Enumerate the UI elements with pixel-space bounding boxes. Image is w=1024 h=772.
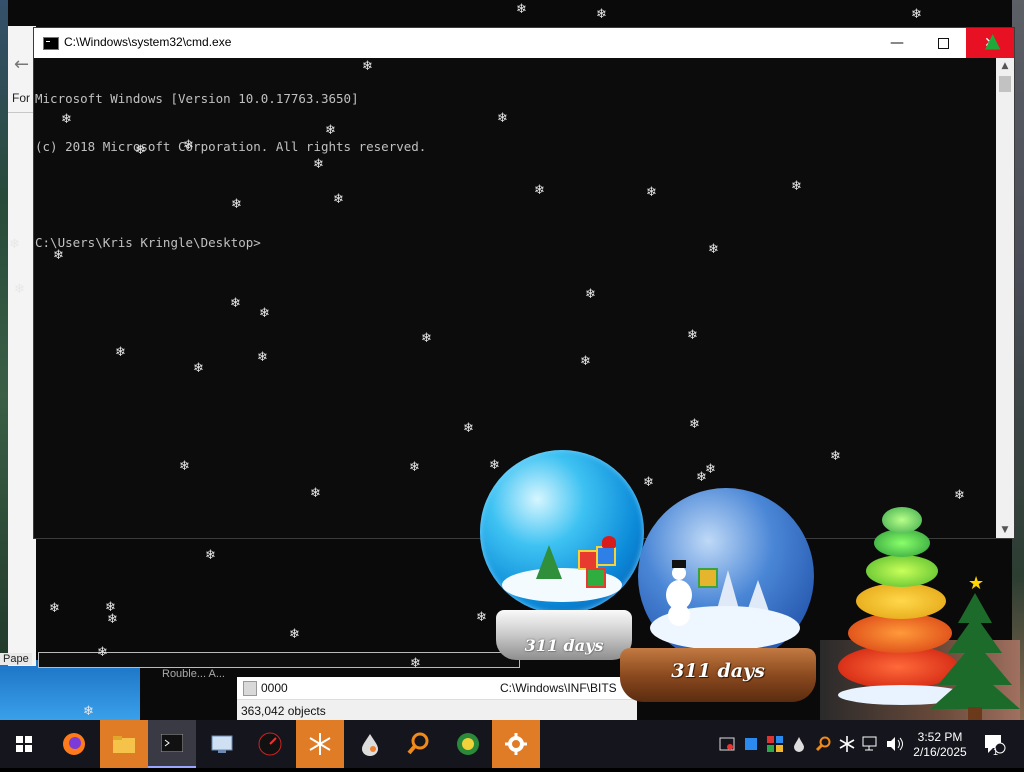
clock-date: 2/16/2025 xyxy=(913,745,967,759)
app-button[interactable] xyxy=(198,720,246,768)
file-icon xyxy=(243,681,257,696)
scroll-thumb[interactable] xyxy=(999,76,1011,92)
app-button[interactable] xyxy=(346,720,394,768)
app-button[interactable] xyxy=(296,720,344,768)
folder-icon xyxy=(113,736,135,753)
background-app-window[interactable] xyxy=(8,26,36,666)
console-line: (c) 2018 Microsoft Corporation. All righ… xyxy=(35,139,427,154)
background-app-label: For xyxy=(12,91,30,105)
clock-time: 3:52 PM xyxy=(917,730,963,744)
console-icon xyxy=(161,734,183,752)
gift-icon xyxy=(578,550,598,570)
tray-screenshot-icon[interactable] xyxy=(716,720,738,768)
app-button[interactable] xyxy=(444,720,492,768)
system-clock[interactable]: 3:52 PM 2/16/2025 xyxy=(905,730,975,760)
explorer-status-text: 363,042 objects xyxy=(241,704,326,718)
console-prompt[interactable]: C:\Users\Kris Kringle\Desktop> xyxy=(35,235,997,251)
minimize-button[interactable]: — xyxy=(874,28,920,58)
explorer-file-row[interactable]: 0000 C:\Windows\INF\BITS xyxy=(237,677,637,700)
cmd-taskbar-button[interactable] xyxy=(148,720,196,768)
days-countdown-label: 311 days xyxy=(524,636,604,655)
droplet-icon xyxy=(362,734,378,756)
start-button[interactable] xyxy=(0,720,48,768)
gift-icon xyxy=(586,568,606,588)
gift-icon xyxy=(596,546,616,566)
windows-logo-icon xyxy=(16,736,32,752)
scroll-up-arrow-icon[interactable]: ▲ xyxy=(996,58,1014,74)
scroll-down-arrow-icon[interactable]: ▼ xyxy=(996,522,1014,538)
app-button[interactable] xyxy=(246,720,294,768)
file-path: C:\Windows\INF\BITS xyxy=(500,681,617,695)
tray-apps-icon[interactable] xyxy=(764,720,786,768)
snowman-icon xyxy=(666,560,692,626)
gift-icon xyxy=(698,568,718,588)
network-icon[interactable] xyxy=(860,720,882,768)
console-line: Microsoft Windows [Version 10.0.17763.36… xyxy=(35,91,359,106)
settings-button[interactable] xyxy=(492,720,540,768)
star-icon: ★ xyxy=(968,573,985,594)
back-arrow-icon[interactable]: ← xyxy=(14,54,29,75)
tray-square-icon[interactable] xyxy=(740,720,762,768)
maximize-button[interactable] xyxy=(920,28,966,58)
file-explorer-button[interactable] xyxy=(100,720,148,768)
santa-hat-icon xyxy=(602,536,616,548)
file-name: 0000 xyxy=(261,681,288,695)
background-text: Rouble... A... xyxy=(162,668,225,680)
maximize-icon xyxy=(937,37,949,49)
pine-tree-icon xyxy=(536,545,562,579)
firefox-icon xyxy=(63,733,85,755)
gear-icon xyxy=(505,733,527,755)
action-center-button[interactable]: 1 xyxy=(979,720,1011,768)
wallpaper-edge-left xyxy=(0,0,8,660)
snow-globe-right[interactable]: 311 days xyxy=(616,488,826,703)
console-icon[interactable] xyxy=(43,37,59,50)
magnifier-icon xyxy=(407,732,429,755)
window-title: C:\Windows\system32\cmd.exe xyxy=(64,35,232,49)
paper-input[interactable] xyxy=(38,652,520,668)
shield-icon xyxy=(457,733,479,755)
tray-droplet-icon[interactable] xyxy=(788,720,810,768)
notification-count: 1 xyxy=(993,747,999,757)
divider xyxy=(8,112,36,113)
network-drive-icon xyxy=(211,735,233,753)
xmas-tree-icon: ▲ xyxy=(985,28,1001,52)
vertical-scrollbar[interactable]: ▲ ▼ xyxy=(996,58,1014,538)
firefox-button[interactable] xyxy=(50,720,98,768)
snowflake-icon xyxy=(309,733,331,755)
days-countdown-label: 311 days xyxy=(671,660,765,682)
wallpaper-sky xyxy=(0,660,140,720)
christmas-tree-icon[interactable]: ★ xyxy=(930,573,1020,725)
paper-label: Pape xyxy=(0,653,32,665)
tray-search-icon[interactable] xyxy=(812,720,834,768)
volume-icon[interactable] xyxy=(884,720,906,768)
gauge-icon xyxy=(258,732,282,756)
tray-snowflake-icon[interactable] xyxy=(836,720,858,768)
taskbar[interactable]: 3:52 PM 2/16/2025 1 xyxy=(0,720,1024,768)
search-app-button[interactable] xyxy=(394,720,442,768)
cmd-titlebar[interactable]: C:\Windows\system32\cmd.exe — ✕ xyxy=(34,28,1014,58)
explorer-window[interactable]: 0000 C:\Windows\INF\BITS 363,042 objects xyxy=(237,677,637,721)
